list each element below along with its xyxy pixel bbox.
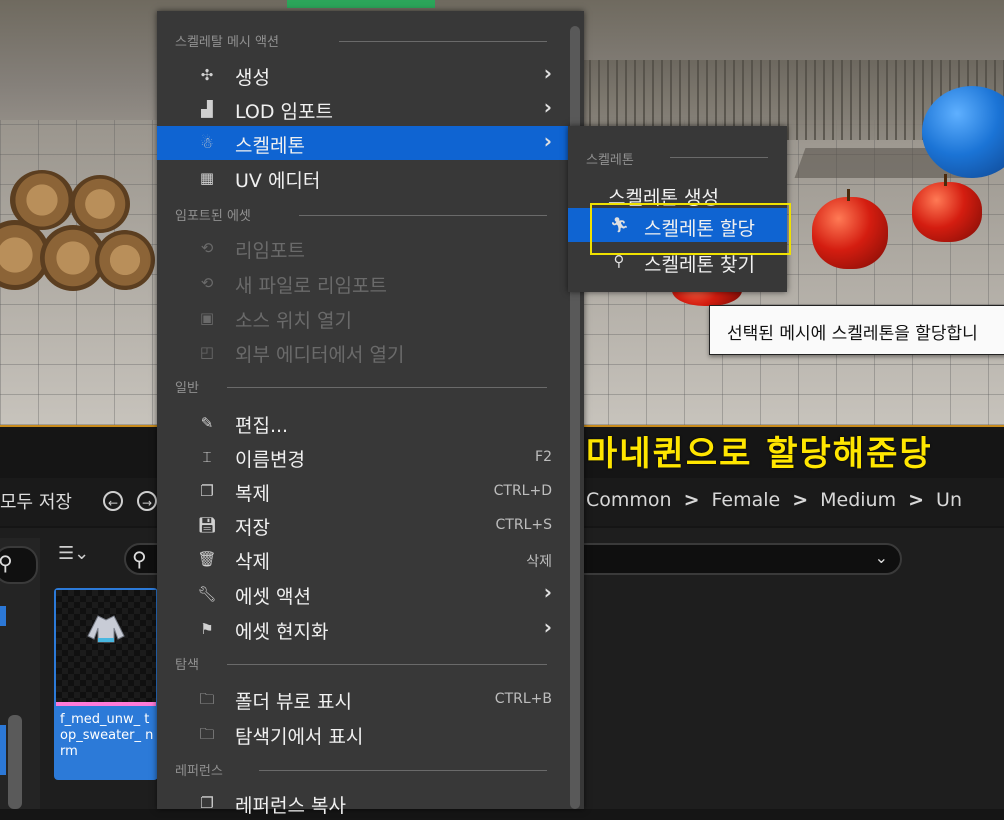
menu-item-duplicate[interactable]: ❐ 복제 CTRL+D: [157, 474, 570, 508]
chevron-right-icon: ›: [543, 615, 552, 639]
sweater-icon: [87, 615, 125, 643]
chevron-down-icon[interactable]: ⌄: [875, 548, 888, 567]
menu-item-save[interactable]: 💾︎ 저장 CTRL+S: [157, 508, 570, 542]
external-editor-icon: ◰: [199, 343, 215, 361]
breadcrumb-item[interactable]: Un: [936, 489, 962, 511]
tooltip: 선택된 메시에 스켈레톤을 할당합니: [709, 305, 1004, 355]
menu-item-copy-reference[interactable]: ❐ 레퍼런스 복사: [157, 786, 570, 820]
chevron-right-icon: ›: [543, 580, 552, 604]
sources-scrollbar[interactable]: [8, 715, 22, 809]
annotation-caption: 마네퀸으로 할당해준당: [586, 434, 933, 474]
viewport-logs: [0, 150, 160, 300]
menu-item-skeleton[interactable]: ☃ 스켈레톤 ›: [157, 126, 570, 160]
menu-item-open-external-editor[interactable]: ◰ 외부 에디터에서 열기: [157, 335, 570, 369]
menu-item-rename[interactable]: ⌶ 이름변경 F2: [157, 440, 570, 474]
annotation-highlight-box: [590, 203, 791, 255]
save-all-button[interactable]: 모두 저장: [0, 488, 72, 514]
chevron-right-icon: ›: [543, 129, 552, 153]
breadcrumb: Common > Female > Medium > Un: [586, 489, 962, 511]
chevron-right-icon: >: [792, 489, 809, 511]
folder-selection-indicator: [0, 606, 6, 626]
asset-name: f_med_unw_ top_sweater_ nrm: [60, 712, 154, 759]
viewport-apple: [812, 189, 888, 269]
rename-icon: ⌶: [202, 448, 212, 466]
menu-item-lod-import[interactable]: ▟ LOD 임포트 ›: [157, 92, 570, 126]
menu-item-show-in-explorer[interactable]: 🗀︎ 탐색기에서 표시: [157, 717, 570, 751]
chevron-right-icon: >: [683, 489, 700, 511]
uv-grid-icon: ▦: [199, 169, 215, 187]
asset-type-bar: [56, 702, 156, 706]
asset-tile[interactable]: f_med_unw_ top_sweater_ nrm: [54, 588, 158, 780]
menu-item-edit[interactable]: ✎ 편집...: [157, 406, 570, 440]
copy-reference-icon: ❐: [200, 794, 214, 812]
menu-item-asset-localization[interactable]: ⚑ 에셋 현지화 ›: [157, 612, 570, 646]
folder-selection-indicator: [0, 725, 6, 775]
asset-thumbnail: [56, 590, 156, 702]
breadcrumb-item[interactable]: Medium: [820, 489, 896, 511]
toolbar-highlight-strip: [287, 0, 435, 8]
chevron-right-icon: ›: [543, 61, 552, 85]
pencil-icon: ✎: [200, 414, 214, 432]
sources-search-icon[interactable]: ⚲: [0, 546, 38, 584]
forward-arrow-icon[interactable]: →: [137, 491, 157, 511]
save-icon: 💾︎: [197, 516, 217, 534]
section-imported-assets: 임포트된 에셋: [175, 205, 547, 225]
back-arrow-icon[interactable]: ←: [103, 491, 123, 511]
menu-item-delete[interactable]: 🗑︎ 삭제 삭제: [157, 542, 570, 576]
flag-icon: ⚑: [200, 620, 214, 638]
wrench-icon: 🔧︎: [197, 585, 217, 603]
menu-item-asset-actions[interactable]: 🔧︎ 에셋 액션 ›: [157, 577, 570, 611]
lod-icon: ▟: [201, 100, 213, 118]
menu-item-uv-editor[interactable]: ▦ UV 에디터: [157, 161, 570, 195]
breadcrumb-item[interactable]: Female: [712, 489, 781, 511]
reimport-icon: ⟲: [200, 274, 214, 292]
section-general: 일반: [175, 377, 547, 397]
viewport-apple: [912, 174, 982, 242]
section-references: 레퍼런스: [175, 760, 547, 780]
menu-item-reimport-new-file[interactable]: ⟲ 새 파일로 리임포트: [157, 266, 570, 300]
menu-item-reimport[interactable]: ⟲ 리임포트: [157, 231, 570, 265]
section-skeletal-mesh-actions: 스켈레탈 메시 액션: [175, 31, 547, 51]
menu-item-generate[interactable]: ✣ 생성 ›: [157, 58, 570, 92]
chevron-right-icon: >: [908, 489, 925, 511]
duplicate-icon: ❐: [200, 482, 214, 500]
skeleton-icon: ☃: [200, 134, 214, 152]
generate-icon: ✣: [200, 66, 214, 84]
folder-search-icon: 🗀︎: [199, 725, 215, 743]
filter-icon[interactable]: ☰⌄: [58, 543, 89, 564]
chevron-right-icon: ›: [543, 95, 552, 119]
reimport-icon: ⟲: [200, 239, 214, 257]
divider: [670, 157, 768, 158]
search-icon: ⚲: [132, 547, 147, 571]
folder-search-icon: 🗀︎: [199, 690, 215, 708]
trash-icon: 🗑︎: [197, 550, 217, 568]
menu-item-show-in-folder-view[interactable]: 🗀︎ 폴더 뷰로 표시 CTRL+B: [157, 682, 570, 716]
folder-icon: ▣: [199, 309, 215, 327]
menu-item-open-source-location[interactable]: ▣ 소스 위치 열기: [157, 301, 570, 335]
breadcrumb-item[interactable]: Common: [586, 489, 672, 511]
section-browse: 탐색: [175, 654, 547, 674]
